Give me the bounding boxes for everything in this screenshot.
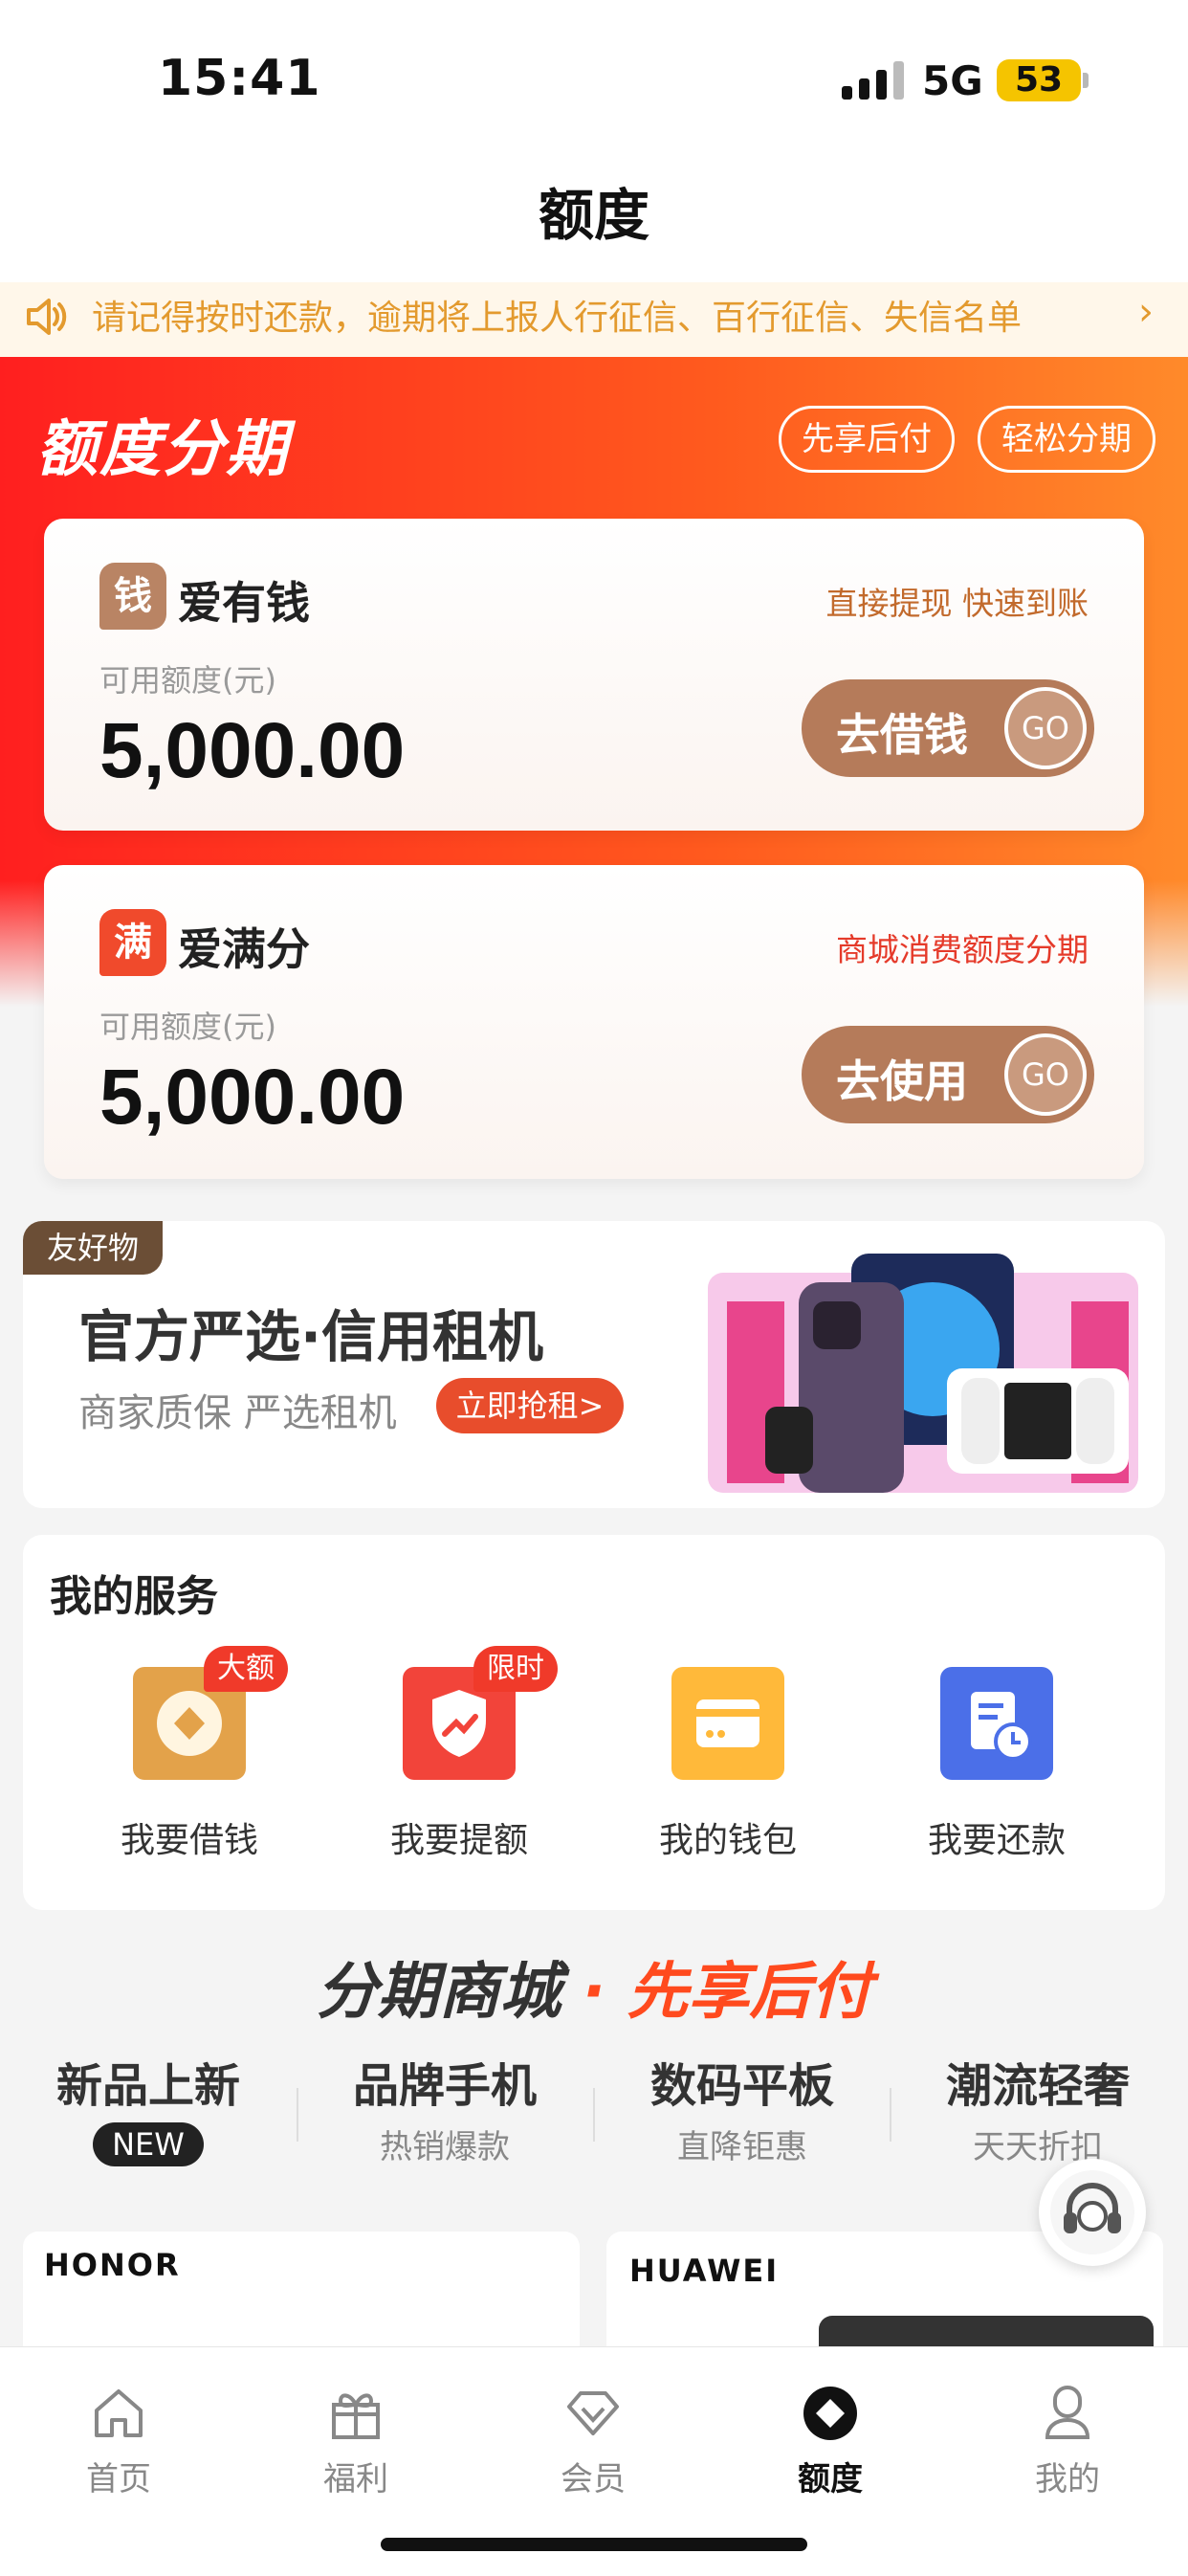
card-name: 爱满分: [178, 923, 310, 975]
chevron-right-icon[interactable]: ›: [1138, 290, 1154, 334]
service-label: 我要提额: [389, 1821, 528, 1860]
wallet-icon: [671, 1667, 784, 1780]
category-sub: 直降钜惠: [677, 2128, 807, 2166]
mall-category-tabs: 新品上新 NEW 品牌手机 热销爆款 数码平板 直降钜惠 潮流轻奢 天天折扣: [0, 2048, 1188, 2191]
bill-clock-icon: [940, 1667, 1053, 1780]
customer-service-button[interactable]: [1039, 2159, 1146, 2266]
shield-up-icon: 限时: [403, 1646, 558, 1780]
mall-title: 分期商城 · 先享后付: [0, 1943, 1188, 2031]
category-name: 新品上新: [55, 2059, 240, 2113]
mall-title-main: 分期商城: [316, 1957, 561, 2028]
devices-illustration: [708, 1254, 1138, 1493]
tab-quota[interactable]: 额度: [754, 2382, 907, 2499]
available-quota-amount: 5,000.00: [99, 1054, 406, 1141]
coin-icon: 大额: [133, 1646, 288, 1780]
card-tag: 直接提现 快速到账: [825, 585, 1089, 622]
category-name: 数码平板: [649, 2059, 834, 2113]
battery-icon: 53: [997, 59, 1081, 101]
mall-title-slogan: · 先享后付: [582, 1957, 872, 2028]
signal-icon: [842, 61, 905, 100]
services-title: 我的服务: [50, 1572, 218, 1621]
battery-cap: [1083, 73, 1089, 88]
service-label: 我要借钱: [120, 1821, 258, 1860]
tab-benefits[interactable]: 福利: [279, 2382, 432, 2499]
category-name: 品牌手机: [352, 2059, 537, 2113]
tab-home[interactable]: 首页: [42, 2382, 195, 2499]
tab-trendy-luxury[interactable]: 潮流轻奢 天天折扣: [913, 2048, 1162, 2167]
page-title: 额度: [538, 183, 649, 248]
rent-now-button[interactable]: 立即抢租>: [436, 1378, 624, 1433]
status-time: 15:41: [158, 50, 321, 107]
card-name: 爱有钱: [178, 577, 310, 629]
available-quota-label: 可用额度(元): [99, 1009, 276, 1045]
divider: [593, 2088, 595, 2142]
card-tag: 商城消费额度分期: [836, 931, 1089, 968]
badge-limited-time: 限时: [473, 1646, 558, 1692]
service-repay[interactable]: 我要还款: [891, 1667, 1102, 1862]
man-badge-icon: 满: [99, 909, 166, 976]
tab-label: 我的: [1035, 2460, 1100, 2498]
go-icon: GO: [1004, 687, 1087, 769]
service-label: 我要还款: [927, 1821, 1066, 1860]
tab-profile[interactable]: 我的: [991, 2382, 1144, 2499]
tab-label: 额度: [798, 2460, 863, 2498]
divider: [890, 2088, 891, 2142]
rental-title: 官方严选·信用租机: [78, 1304, 544, 1369]
home-icon: [95, 2389, 143, 2437]
divider: [297, 2088, 298, 2142]
tab-label: 福利: [323, 2460, 388, 2498]
tab-label: 首页: [86, 2460, 151, 2498]
available-quota-label: 可用额度(元): [99, 662, 276, 699]
hero-title: 额度分期: [36, 414, 289, 485]
use-button-label: 去使用: [836, 1055, 968, 1107]
home-indicator: [381, 2538, 807, 2551]
notice-text: 请记得按时还款，逾期将上报人行征信、百行征信、失信名单: [92, 299, 1023, 338]
product-brand: HONOR: [44, 2247, 181, 2283]
speaker-icon: [27, 299, 67, 335]
tab-brand-phones[interactable]: 品牌手机 热销爆款: [320, 2048, 569, 2167]
diamond-icon: [567, 2391, 619, 2435]
headset-icon: [1050, 2170, 1134, 2254]
quota-icon: [803, 2387, 857, 2440]
borrow-button-label: 去借钱: [836, 709, 968, 761]
go-icon: GO: [1004, 1033, 1087, 1116]
tab-digital-tablets[interactable]: 数码平板 直降钜惠: [618, 2048, 867, 2167]
pill-buy-now-pay-later[interactable]: 先享后付: [779, 406, 955, 473]
qian-badge-icon: 钱: [99, 563, 166, 630]
tab-new-arrivals[interactable]: 新品上新 NEW: [24, 2048, 273, 2166]
pill-easy-installment[interactable]: 轻松分期: [978, 406, 1155, 473]
service-wallet[interactable]: 我的钱包: [623, 1667, 833, 1862]
profile-icon: [1045, 2386, 1090, 2439]
borrow-button[interactable]: 去借钱 GO: [802, 679, 1094, 777]
network-label: 5G: [922, 57, 983, 104]
badge-large-amount: 大额: [204, 1646, 288, 1692]
service-raise-limit[interactable]: 限时 我要提额: [354, 1646, 564, 1862]
rental-tag: 友好物: [23, 1221, 163, 1275]
new-badge: NEW: [93, 2122, 204, 2166]
service-label: 我的钱包: [658, 1821, 797, 1860]
tab-label: 会员: [561, 2460, 626, 2498]
category-name: 潮流轻奢: [945, 2059, 1130, 2113]
tab-membership[interactable]: 会员: [517, 2382, 670, 2499]
product-brand: HUAWEI: [629, 2253, 780, 2289]
category-sub: 热销爆款: [380, 2128, 510, 2166]
available-quota-amount: 5,000.00: [99, 707, 406, 794]
gift-icon: [332, 2393, 380, 2439]
service-borrow[interactable]: 大额 我要借钱: [84, 1646, 295, 1862]
use-button[interactable]: 去使用 GO: [802, 1026, 1094, 1123]
rental-subtitle: 商家质保 严选租机: [78, 1391, 397, 1435]
